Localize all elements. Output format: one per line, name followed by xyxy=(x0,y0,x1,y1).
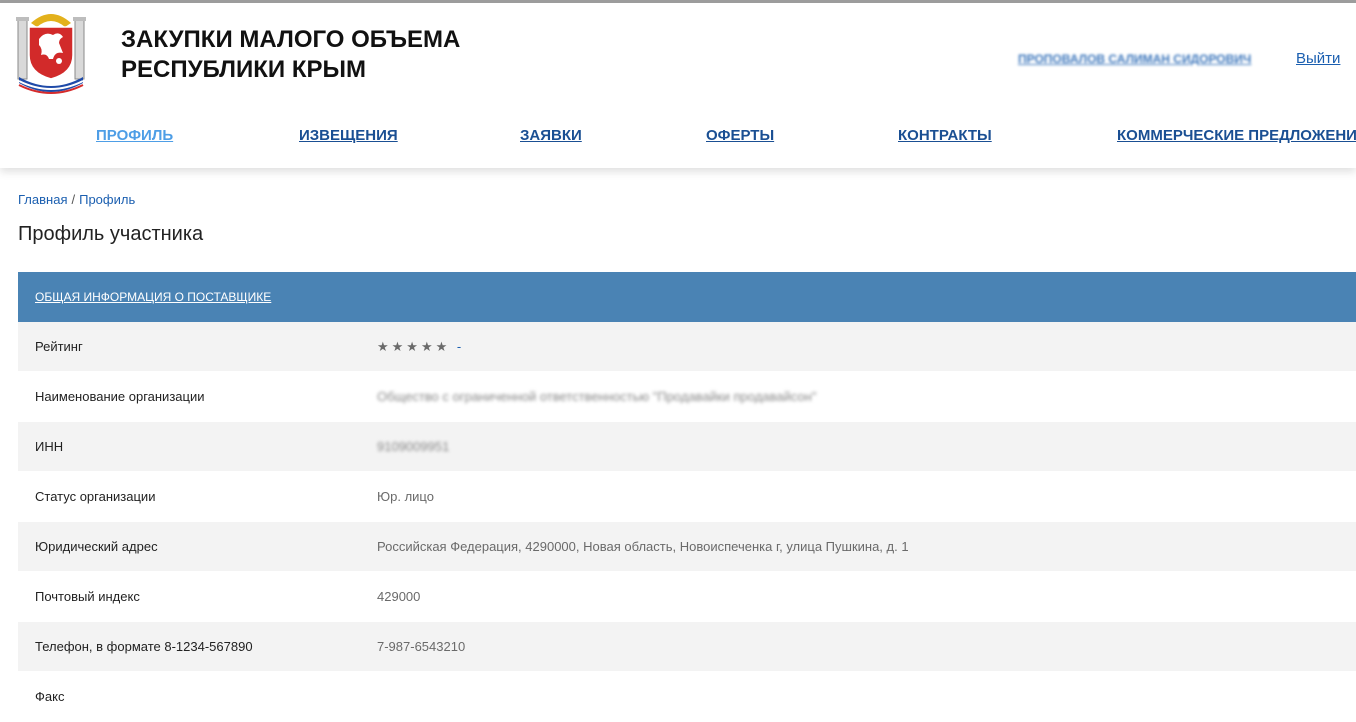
rating-count-link[interactable]: - xyxy=(457,339,461,354)
row-value: Общество с ограниченной ответственностью… xyxy=(377,389,817,404)
row-value: Российская Федерация, 4290000, Новая обл… xyxy=(377,539,909,554)
rating-stars: ★★★★★ - xyxy=(377,339,461,355)
nav-commercial-proposals[interactable]: КОММЕРЧЕСКИЕ ПРЕДЛОЖЕНИЯ xyxy=(1117,127,1356,144)
table-header-link[interactable]: ОБЩАЯ ИНФОРМАЦИЯ О ПОСТАВЩИКЕ xyxy=(35,290,271,304)
table-row-legal-address: Юридический адрес Российская Федерация, … xyxy=(18,522,1356,572)
row-label: Факс xyxy=(35,689,65,704)
row-label: Наименование организации xyxy=(35,389,205,404)
nav-applications[interactable]: ЗАЯВКИ xyxy=(520,127,582,144)
nav-offers[interactable]: ОФЕРТЫ xyxy=(706,127,774,144)
crimea-coat-of-arms-icon[interactable] xyxy=(15,9,87,95)
row-label: Почтовый индекс xyxy=(35,589,140,604)
row-label: Телефон, в формате 8-1234-567890 xyxy=(35,639,253,654)
table-row-org-status: Статус организации Юр. лицо xyxy=(18,472,1356,522)
table-header: ОБЩАЯ ИНФОРМАЦИЯ О ПОСТАВЩИКЕ xyxy=(18,272,1356,322)
star-icon: ★★★★★ xyxy=(377,338,451,354)
row-value: 9109009951 xyxy=(377,439,450,454)
row-label: Статус организации xyxy=(35,489,156,504)
breadcrumb-profile[interactable]: Профиль xyxy=(79,192,135,207)
site-title-line1: ЗАКУПКИ МАЛОГО ОБЪЕМА xyxy=(121,26,461,53)
row-label: ИНН xyxy=(35,439,64,454)
breadcrumb: Главная / Профиль xyxy=(18,192,135,207)
site-title: ЗАКУПКИ МАЛОГО ОБЪЕМА РЕСПУБЛИКИ КРЫМ xyxy=(121,25,541,85)
table-row-inn: ИНН 9109009951 xyxy=(18,422,1356,472)
table-row-postal-code: Почтовый индекс 429000 xyxy=(18,572,1356,622)
row-value: 429000 xyxy=(377,589,421,604)
row-label: Юридический адрес xyxy=(35,539,158,554)
nav-contracts[interactable]: КОНТРАКТЫ xyxy=(898,127,992,144)
nav-profile[interactable]: ПРОФИЛЬ xyxy=(96,127,173,144)
page-title: Профиль участника xyxy=(18,223,204,245)
nav-notices[interactable]: ИЗВЕЩЕНИЯ xyxy=(299,127,398,144)
logout-link[interactable]: Выйти xyxy=(1296,50,1340,67)
row-label: Рейтинг xyxy=(35,339,83,354)
site-header: ЗАКУПКИ МАЛОГО ОБЪЕМА РЕСПУБЛИКИ КРЫМ ПР… xyxy=(0,3,1356,168)
breadcrumb-home[interactable]: Главная xyxy=(18,192,67,207)
row-value: 7-987-6543210 xyxy=(377,639,466,654)
supplier-info-table: ОБЩАЯ ИНФОРМАЦИЯ О ПОСТАВЩИКЕ Рейтинг ★★… xyxy=(18,272,1356,722)
row-value: Юр. лицо xyxy=(377,489,434,504)
site-title-line2: РЕСПУБЛИКИ КРЫМ xyxy=(121,56,366,83)
user-profile-link[interactable]: ПРОПОВАЛОВ САЛИМАН СИДОРОВИЧ xyxy=(1018,52,1258,66)
table-row-rating: Рейтинг ★★★★★ - xyxy=(18,322,1356,372)
breadcrumb-separator: / xyxy=(71,192,76,207)
table-row-fax: Факс xyxy=(18,672,1356,722)
table-row-org-name: Наименование организации Общество с огра… xyxy=(18,372,1356,422)
table-row-phone: Телефон, в формате 8-1234-567890 7-987-6… xyxy=(18,622,1356,672)
main-navigation: ПРОФИЛЬ ИЗВЕЩЕНИЯ ЗАЯВКИ ОФЕРТЫ КОНТРАКТ… xyxy=(0,127,1356,153)
